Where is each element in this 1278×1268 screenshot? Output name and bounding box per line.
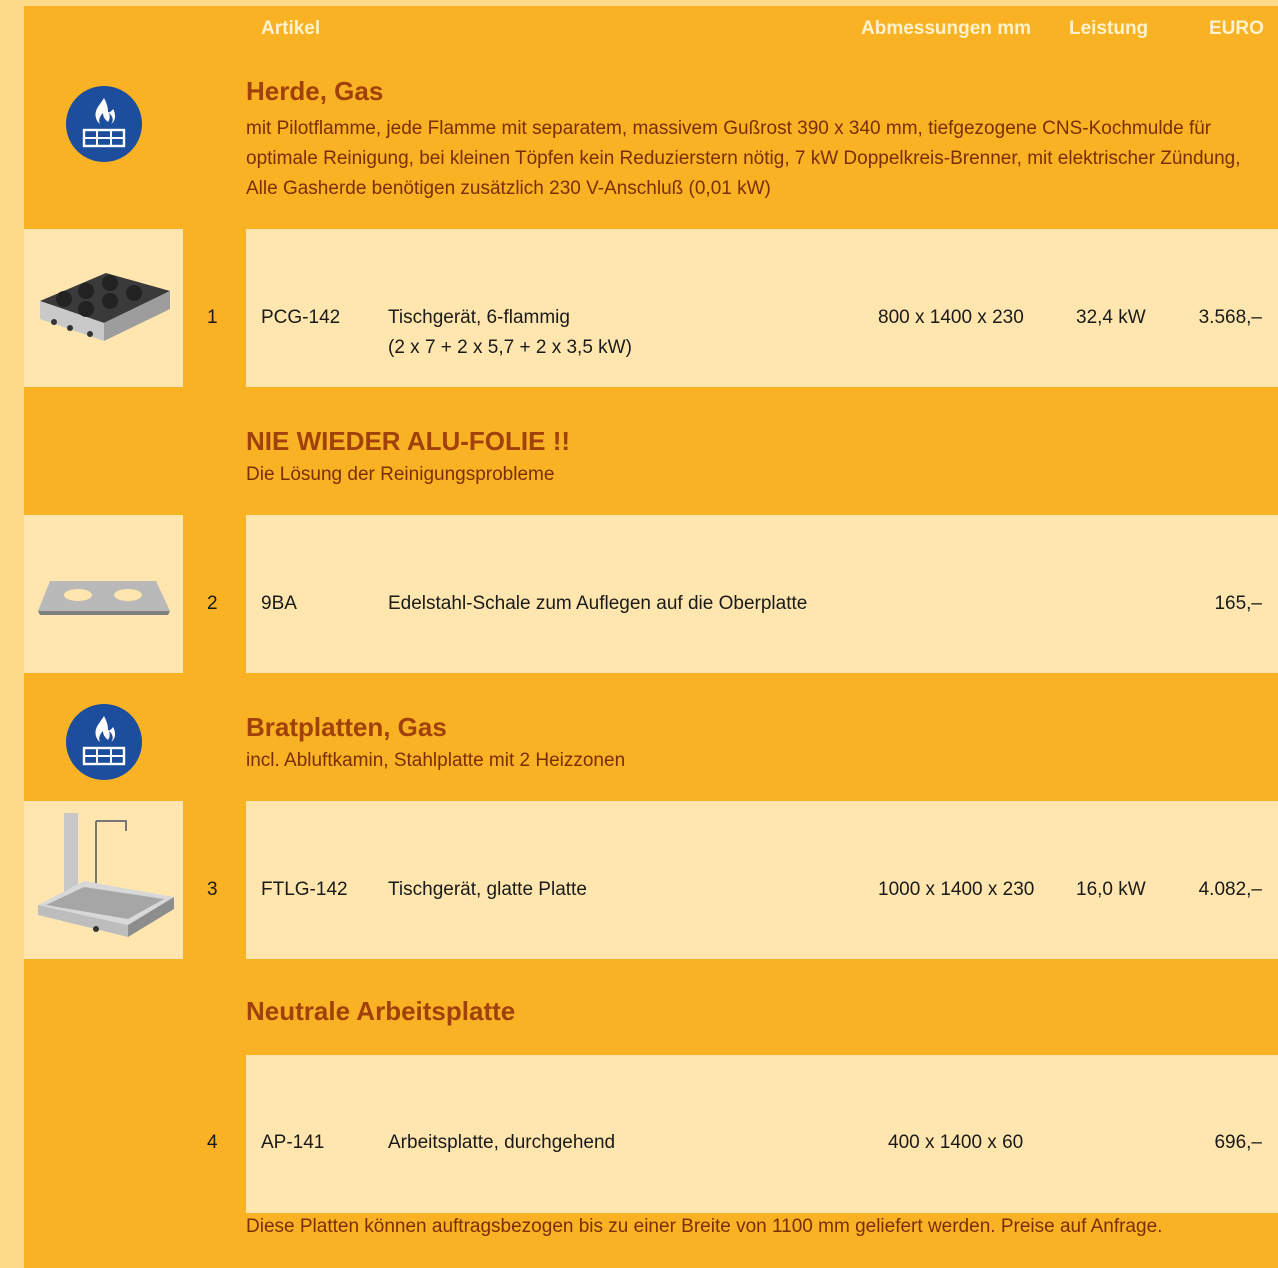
section-title-bratplatten: Bratplatten, Gas (246, 712, 447, 742)
item-price: 165,– (1214, 593, 1262, 614)
item-dimensions: 400 x 1400 x 60 (888, 1132, 1024, 1153)
gas-flame-icon (66, 704, 142, 780)
table-row: 9BA Edelstahl-Schale zum Auflegen auf di… (246, 515, 1278, 673)
product-image-pcg-142 (24, 229, 183, 387)
item-description: Tischgerät, glatte Platte (388, 879, 587, 900)
item-number: 2 (207, 593, 218, 614)
table-row: PCG-142 Tischgerät, 6-flammig (2 x 7 + 2… (246, 229, 1278, 387)
header-artikel: Artikel (261, 18, 321, 39)
item-code: FTLG-142 (261, 879, 348, 900)
header-abmessungen: Abmessungen mm (861, 18, 1031, 39)
item-price: 3.568,– (1198, 307, 1262, 328)
product-image-ftlg-142 (24, 801, 183, 959)
item-number: 3 (207, 879, 218, 900)
item-description-detail: (2 x 7 + 2 x 5,7 + 2 x 3,5 kW) (388, 337, 632, 358)
section-title-alu-folie: NIE WIEDER ALU-FOLIE !! (246, 426, 571, 456)
price-list-page: Artikel Abmessungen mm Leistung EURO Her… (24, 6, 1278, 1268)
item-code: 9BA (261, 593, 297, 614)
item-code: AP-141 (261, 1132, 325, 1153)
item-power: 16,0 kW (1076, 879, 1146, 900)
section-desc-alu-folie: Die Lösung der Reinigungsprobleme (246, 464, 555, 485)
gas-flame-icon (66, 86, 142, 162)
item-number: 1 (207, 307, 218, 328)
footer-note: Diese Platten können auftragsbezogen bis… (246, 1216, 1163, 1237)
item-description: Edelstahl-Schale zum Auflegen auf die Ob… (388, 593, 808, 614)
section-title-herde: Herde, Gas (246, 76, 384, 106)
section-desc-bratplatten: incl. Abluftkamin, Stahlplatte mit 2 Hei… (246, 750, 626, 771)
item-power: 32,4 kW (1076, 307, 1146, 328)
section-desc-herde: mit Pilotflamme, jede Flamme mit separat… (246, 118, 1241, 199)
table-row: FTLG-142 Tischgerät, glatte Platte 1000 … (246, 801, 1278, 959)
item-number: 4 (207, 1132, 218, 1153)
header-euro: EURO (1209, 18, 1264, 39)
table-row: AP-141 Arbeitsplatte, durchgehend 400 x … (246, 1055, 1278, 1213)
item-dimensions: 1000 x 1400 x 230 (878, 879, 1035, 900)
item-code: PCG-142 (261, 307, 341, 328)
item-price: 4.082,– (1198, 879, 1262, 900)
item-description: Tischgerät, 6-flammig (388, 307, 570, 328)
product-image-9ba (24, 515, 183, 673)
header-leistung: Leistung (1069, 18, 1149, 39)
section-title-arbeitsplatte: Neutrale Arbeitsplatte (246, 996, 516, 1026)
item-price: 696,– (1214, 1132, 1262, 1153)
item-description: Arbeitsplatte, durchgehend (388, 1132, 616, 1153)
item-dimensions: 800 x 1400 x 230 (878, 307, 1024, 328)
